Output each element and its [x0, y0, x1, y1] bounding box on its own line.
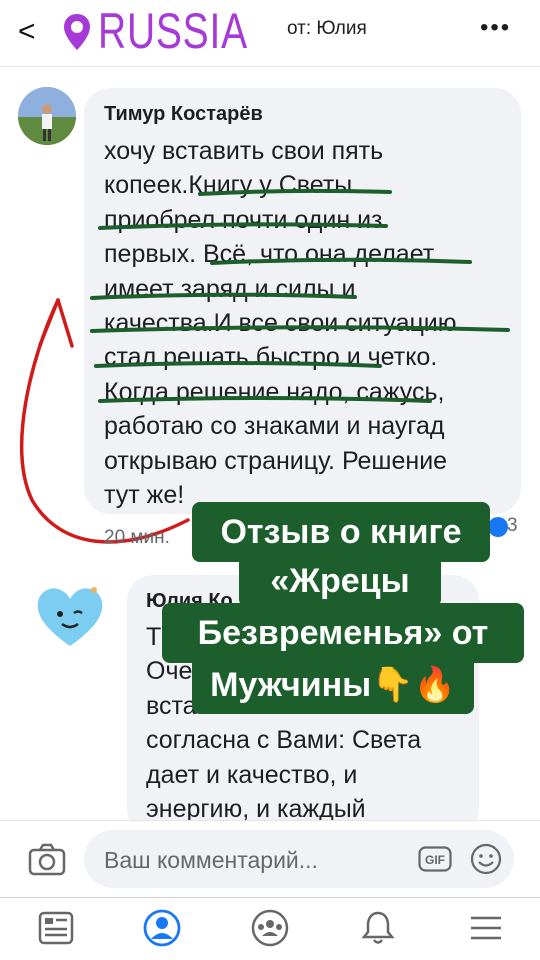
- comment-input-placeholder: Ваш комментарий...: [104, 847, 318, 873]
- more-options-button[interactable]: •••: [480, 14, 520, 44]
- avatar[interactable]: [18, 87, 76, 145]
- comment-text: хочу вставить свои пять копеек.Книгу у С…: [104, 137, 457, 510]
- overlay-caption-line: «Жрецы: [239, 555, 441, 607]
- notifications-icon[interactable]: [358, 908, 398, 948]
- location-pin-icon: [64, 14, 90, 50]
- gif-icon[interactable]: GIF: [418, 846, 452, 872]
- camera-icon[interactable]: [28, 843, 66, 877]
- comment-author[interactable]: Тимур Костарёв: [104, 103, 263, 126]
- person-photo-icon: [18, 87, 76, 145]
- back-button[interactable]: <: [18, 12, 48, 52]
- overlay-caption-line: Мужчины👇🔥: [192, 656, 474, 714]
- reaction-count[interactable]: 3: [507, 515, 518, 537]
- divider: [0, 66, 540, 67]
- groups-icon[interactable]: [250, 908, 290, 948]
- news-feed-icon[interactable]: [36, 908, 76, 948]
- profile-icon[interactable]: [142, 908, 182, 948]
- emoji-icon[interactable]: [470, 843, 502, 875]
- overlay-title: RUSSIA: [98, 3, 248, 59]
- comment-timestamp: 20 мин.: [104, 527, 170, 548]
- overlay-caption-line: Отзыв о книге: [192, 502, 490, 562]
- menu-icon[interactable]: [466, 908, 506, 948]
- like-reaction-icon[interactable]: [488, 517, 508, 537]
- svg-text:GIF: GIF: [425, 853, 445, 867]
- heart-avatar-icon[interactable]: [34, 580, 106, 652]
- from-label: от: Юлия: [287, 18, 367, 39]
- overlay-caption-line: Безвременья» от: [162, 603, 524, 663]
